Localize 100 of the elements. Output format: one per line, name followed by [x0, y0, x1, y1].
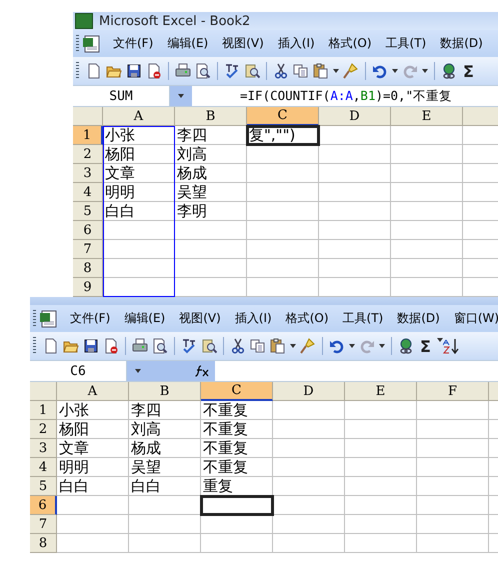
- row-header[interactable]: 6: [30, 496, 57, 515]
- row-header[interactable]: 2: [30, 420, 57, 439]
- row-header[interactable]: 5: [30, 477, 57, 496]
- column-header[interactable]: A: [103, 107, 175, 126]
- select-all-corner[interactable]: [30, 382, 57, 401]
- grid-cell[interactable]: 不重复: [201, 458, 273, 477]
- undo-icon[interactable]: [329, 338, 345, 354]
- copy-icon[interactable]: [293, 63, 309, 79]
- row-header[interactable]: 8: [73, 259, 103, 278]
- save-icon[interactable]: [83, 338, 99, 354]
- grid-cell[interactable]: [247, 183, 319, 202]
- hyperlink-icon[interactable]: [441, 63, 457, 79]
- grid-cell[interactable]: [273, 458, 345, 477]
- row-header[interactable]: 4: [73, 183, 103, 202]
- active-cell[interactable]: 复",""): [247, 126, 319, 145]
- grid-cell[interactable]: [417, 439, 489, 458]
- workbook-icon[interactable]: [39, 310, 57, 328]
- grid-cell[interactable]: [201, 515, 273, 534]
- row-header[interactable]: 3: [30, 439, 57, 458]
- row-header[interactable]: 6: [73, 221, 103, 240]
- column-header[interactable]: E: [345, 382, 417, 401]
- caret-icon[interactable]: [436, 338, 443, 342]
- grid-cell[interactable]: [319, 145, 391, 164]
- grid-cell[interactable]: 不重复: [201, 439, 273, 458]
- menu-item[interactable]: 文件(F): [63, 307, 118, 330]
- grid-cell[interactable]: 明明: [57, 458, 129, 477]
- grid-cell[interactable]: 杨成: [129, 439, 201, 458]
- grid-cell[interactable]: 吴望: [129, 458, 201, 477]
- paste-icon[interactable]: [313, 63, 329, 79]
- spelling-icon[interactable]: [224, 63, 240, 79]
- format-painter-icon[interactable]: [300, 338, 316, 354]
- caret-icon[interactable]: [178, 94, 184, 98]
- menu-item[interactable]: 视图(V): [172, 307, 228, 330]
- column-header[interactable]: B: [129, 382, 201, 401]
- row-header[interactable]: 7: [30, 515, 57, 534]
- grid-cell[interactable]: 吴望: [175, 183, 247, 202]
- menu-item[interactable]: 工具(T): [378, 32, 434, 55]
- grid-cell[interactable]: [345, 496, 417, 515]
- grid-cell[interactable]: [417, 534, 489, 553]
- caret-icon[interactable]: [290, 344, 296, 348]
- caret-icon[interactable]: [379, 344, 385, 348]
- grid-cell[interactable]: 李明: [175, 202, 247, 221]
- grid-cell[interactable]: 李四: [175, 126, 247, 145]
- new-document-icon[interactable]: [43, 338, 59, 354]
- row-header[interactable]: 4: [30, 458, 57, 477]
- grid-cell[interactable]: [273, 420, 345, 439]
- cut-icon[interactable]: [230, 338, 246, 354]
- grid-cell[interactable]: [247, 164, 319, 183]
- grid-cell[interactable]: [417, 477, 489, 496]
- row-header[interactable]: 1: [30, 401, 57, 420]
- spelling-icon[interactable]: [181, 338, 197, 354]
- grid-cell[interactable]: [319, 221, 391, 240]
- menu-item[interactable]: 编辑(E): [117, 307, 172, 330]
- grid-cell[interactable]: [129, 534, 201, 553]
- grid-cell[interactable]: [175, 240, 247, 259]
- grid-cell[interactable]: 杨成: [175, 164, 247, 183]
- row-header[interactable]: 9: [73, 278, 103, 297]
- menu-item[interactable]: 数据(D): [390, 307, 447, 330]
- grid-cell[interactable]: [319, 259, 391, 278]
- select-all-corner[interactable]: [73, 107, 103, 126]
- menu-item[interactable]: 插入(I): [228, 307, 279, 330]
- menu-item[interactable]: 编辑(E): [160, 32, 216, 55]
- research-icon[interactable]: [201, 338, 217, 354]
- print-preview-icon[interactable]: [152, 338, 168, 354]
- grid-cell[interactable]: [247, 259, 319, 278]
- undo-icon[interactable]: [372, 63, 388, 79]
- grid-cell[interactable]: [129, 515, 201, 534]
- format-painter-icon[interactable]: [343, 63, 359, 79]
- active-cell[interactable]: [201, 496, 273, 515]
- grid-cell[interactable]: [247, 240, 319, 259]
- menu-item[interactable]: 工具(T): [336, 307, 390, 330]
- grid-cell[interactable]: [417, 496, 489, 515]
- autosum-button[interactable]: Σ: [418, 336, 433, 356]
- column-header[interactable]: C: [201, 382, 273, 401]
- grid-cell[interactable]: 李四: [129, 401, 201, 420]
- grid-cell[interactable]: 文章: [57, 439, 129, 458]
- grid-cell[interactable]: 不重复: [201, 420, 273, 439]
- menu-item[interactable]: 插入(I): [270, 32, 322, 55]
- column-header[interactable]: F: [417, 382, 489, 401]
- grid-cell[interactable]: [391, 240, 463, 259]
- autosum-button[interactable]: Σ: [461, 62, 476, 80]
- menu-item[interactable]: 数据(D): [433, 32, 490, 55]
- grid-cell[interactable]: 小张: [57, 401, 129, 420]
- grid-cell[interactable]: [319, 202, 391, 221]
- menu-item[interactable]: 格式(O): [322, 32, 379, 55]
- print-icon[interactable]: [175, 63, 191, 79]
- column-header[interactable]: A: [57, 382, 129, 401]
- row-header[interactable]: 7: [73, 240, 103, 259]
- column-header[interactable]: D: [273, 382, 345, 401]
- cut-icon[interactable]: [273, 63, 289, 79]
- grid-cell[interactable]: 重复: [201, 477, 273, 496]
- name-box-dropdown[interactable]: [170, 86, 192, 106]
- grid-cell[interactable]: 明明: [103, 183, 175, 202]
- new-document-icon[interactable]: [86, 63, 102, 79]
- grid-cell[interactable]: [273, 534, 345, 553]
- grid-cell[interactable]: [247, 145, 319, 164]
- grid-cell[interactable]: [273, 401, 345, 420]
- grid-cell[interactable]: [417, 515, 489, 534]
- row-header[interactable]: 1: [73, 126, 103, 145]
- print-preview-icon[interactable]: [195, 63, 211, 79]
